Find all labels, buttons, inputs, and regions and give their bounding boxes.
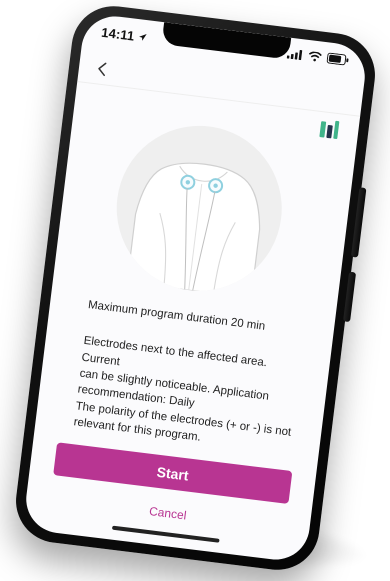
chevron-left-icon[interactable] xyxy=(92,58,112,78)
electrode-right-icon xyxy=(208,178,224,194)
location-arrow-icon xyxy=(137,29,148,45)
back-body-illustration xyxy=(126,162,261,299)
mockup-stage: 14:11 Maximum program duration 20 min El… xyxy=(0,0,390,581)
home-indicator xyxy=(111,525,220,543)
body-illustration-circle xyxy=(107,116,292,301)
battery-icon xyxy=(326,50,350,71)
electrode-left-icon xyxy=(180,174,196,190)
app-logo-icon xyxy=(317,118,342,143)
program-details: Maximum program duration 20 min Electrod… xyxy=(73,297,313,458)
program-duration-text: Maximum program duration 20 min xyxy=(87,299,266,333)
status-time: 14:11 xyxy=(100,24,136,44)
status-icons xyxy=(286,45,350,70)
status-time-group: 14:11 xyxy=(101,24,149,44)
phone-mockup: 14:11 Maximum program duration 20 min El… xyxy=(11,1,380,575)
cellular-signal-icon xyxy=(286,45,304,65)
wifi-icon xyxy=(307,48,323,68)
